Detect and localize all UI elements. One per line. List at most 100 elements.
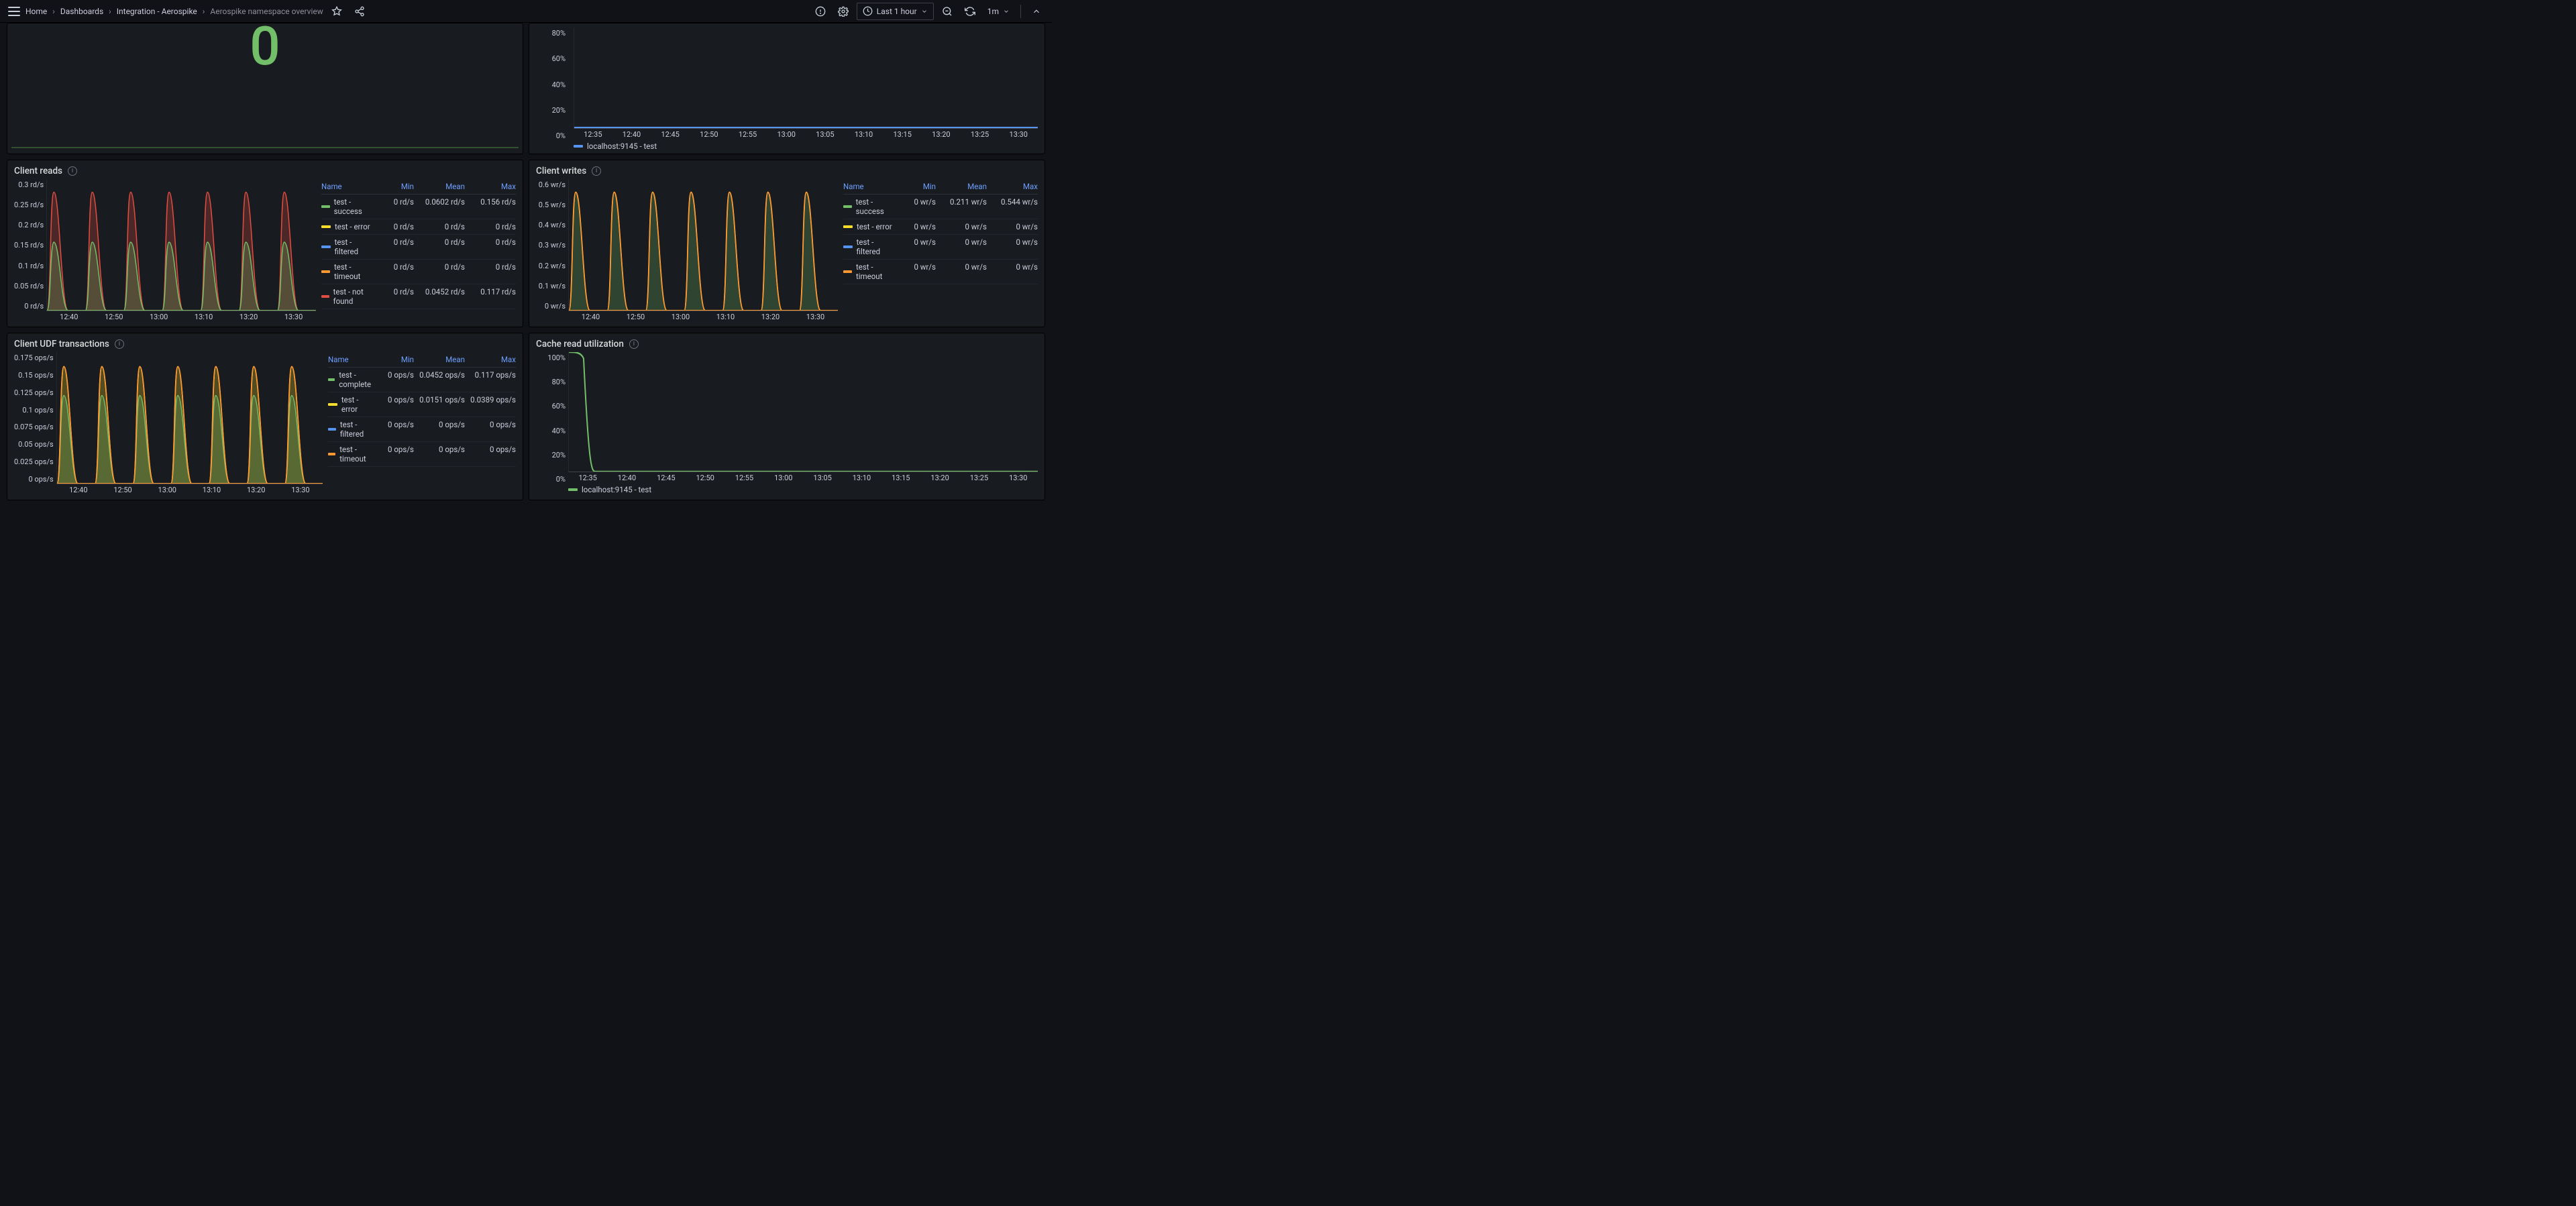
info-icon[interactable]: i <box>629 339 639 349</box>
refresh-interval-picker[interactable]: 1m <box>983 3 1014 20</box>
legend-table: NameMinMeanMax test - success0 wr/s0.211 … <box>843 179 1038 321</box>
panel-title: Client UDF transactions i <box>14 339 516 349</box>
legend-row[interactable]: test - timeout0 ops/s0 ops/s0 ops/s <box>328 442 516 467</box>
legend-row[interactable]: test - error0 wr/s0 wr/s0 wr/s <box>843 219 1038 235</box>
legend-row[interactable]: test - error0 rd/s0 rd/s0 rd/s <box>321 219 516 235</box>
panel-cache-read-util[interactable]: Cache read utilization i 100%80%60%40%20… <box>529 333 1045 500</box>
panel-title: Client reads i <box>14 166 516 176</box>
panel-title-text: Cache read utilization <box>536 339 624 349</box>
legend-header[interactable]: Max <box>465 355 516 364</box>
legend-table: NameMinMeanMax test - success0 rd/s0.0602… <box>321 179 516 321</box>
panel-client-reads[interactable]: Client reads i 0.3 rd/s0.25 rd/s0.2 rd/s… <box>7 160 523 327</box>
big-stat-value: 0 <box>250 23 280 73</box>
legend-swatch <box>843 245 853 248</box>
breadcrumb-current: Aerospike namespace overview <box>210 7 323 16</box>
chevron-up-icon <box>1032 7 1041 16</box>
panel-title: Client writes i <box>536 166 1038 176</box>
legend-swatch <box>843 205 852 208</box>
y-axis: 0.175 ops/s0.15 ops/s0.125 ops/s0.1 ops/… <box>14 352 56 494</box>
favorite-button[interactable] <box>327 3 346 20</box>
panel-client-writes[interactable]: Client writes i 0.6 wr/s0.5 wr/s0.4 wr/s… <box>529 160 1045 327</box>
panel-title: Cache read utilization i <box>536 339 1038 349</box>
legend-header[interactable]: Name <box>843 182 898 191</box>
legend-row[interactable]: test - success0 rd/s0.0602 rd/s0.156 rd/… <box>321 195 516 219</box>
breadcrumb-folder[interactable]: Integration - Aerospike <box>117 7 197 16</box>
x-axis: 12:4012:5013:0013:1013:2013:30 <box>56 484 323 494</box>
legend: localhost:9145 - test <box>568 482 1038 494</box>
legend-header[interactable]: Mean <box>414 182 465 191</box>
chevron-right-icon: › <box>51 7 56 16</box>
kiosk-toggle-button[interactable] <box>1028 3 1045 20</box>
topbar: Home › Dashboards › Integration - Aerosp… <box>0 0 1052 23</box>
info-icon[interactable]: i <box>592 166 601 176</box>
legend-swatch <box>321 295 329 298</box>
legend-row[interactable]: test - success0 wr/s0.211 wr/s0.544 wr/s <box>843 195 1038 219</box>
legend-row[interactable]: test - not found0 rd/s0.0452 rd/s0.117 r… <box>321 284 516 309</box>
panel-title-text: Client writes <box>536 166 586 176</box>
panel-client-udf[interactable]: Client UDF transactions i 0.175 ops/s0.1… <box>7 333 523 500</box>
panel-big-stat[interactable]: 0 <box>7 23 523 154</box>
legend-header[interactable]: Name <box>328 355 376 364</box>
dashboard-grid: 0 80%60%40%20%0% 12:3512:4012:4512:5012:… <box>0 23 1052 492</box>
legend-header[interactable]: Mean <box>414 355 465 364</box>
divider <box>1020 5 1021 18</box>
chevron-right-icon: › <box>107 7 113 16</box>
x-axis: 12:4012:5013:0013:1013:2013:30 <box>46 311 316 321</box>
breadcrumb-dashboards[interactable]: Dashboards <box>60 7 103 16</box>
legend-row[interactable]: test - filtered0 ops/s0 ops/s0 ops/s <box>328 417 516 442</box>
x-axis: 12:4012:5013:0013:1013:2013:30 <box>568 311 838 321</box>
y-axis: 0.6 wr/s0.5 wr/s0.4 wr/s0.3 wr/s0.2 wr/s… <box>536 179 568 321</box>
legend-swatch <box>574 145 583 148</box>
legend-swatch <box>321 270 330 273</box>
legend: localhost:9145 - test <box>574 139 1038 151</box>
info-icon[interactable]: i <box>115 339 124 349</box>
chevron-down-icon <box>921 8 928 15</box>
legend-row[interactable]: test - timeout0 wr/s0 wr/s0 wr/s <box>843 260 1038 284</box>
legend-swatch <box>568 488 578 491</box>
chart-plot[interactable] <box>46 179 316 311</box>
legend-swatch <box>328 453 335 455</box>
share-button[interactable] <box>350 3 369 20</box>
legend-header[interactable]: Name <box>321 182 376 191</box>
chart-plot[interactable] <box>574 28 1038 129</box>
legend-row[interactable]: test - filtered0 wr/s0 wr/s0 wr/s <box>843 235 1038 260</box>
legend-row[interactable]: test - filtered0 rd/s0 rd/s0 rd/s <box>321 235 516 260</box>
legend-swatch <box>843 270 852 273</box>
legend-label: localhost:9145 - test <box>587 142 657 151</box>
time-range-picker[interactable]: Last 1 hour <box>857 3 934 20</box>
refresh-interval-label: 1m <box>987 7 999 16</box>
legend-row[interactable]: test - complete0 ops/s0.0452 ops/s0.117 … <box>328 368 516 392</box>
info-icon[interactable]: i <box>68 166 77 176</box>
legend-header[interactable]: Max <box>987 182 1038 191</box>
legend-header[interactable]: Min <box>376 182 414 191</box>
legend-label: localhost:9145 - test <box>582 485 651 494</box>
panel-title-text: Client UDF transactions <box>14 339 109 349</box>
legend-header[interactable]: Mean <box>936 182 987 191</box>
chevron-down-icon <box>1003 8 1010 15</box>
help-button[interactable] <box>811 3 830 20</box>
legend-row[interactable]: test - timeout0 rd/s0 rd/s0 rd/s <box>321 260 516 284</box>
legend-row[interactable]: test - error0 ops/s0.0151 ops/s0.0389 op… <box>328 392 516 417</box>
legend-header[interactable]: Min <box>376 355 414 364</box>
legend-swatch <box>321 205 330 208</box>
zoom-out-button[interactable] <box>938 3 957 20</box>
legend-table: NameMinMeanMax test - complete0 ops/s0.04… <box>328 352 516 494</box>
legend-swatch <box>328 378 335 381</box>
menu-toggle-button[interactable] <box>7 4 21 19</box>
x-axis: 12:3512:4012:4512:5012:5513:0013:0513:10… <box>574 129 1038 139</box>
chart-plot[interactable] <box>568 179 838 311</box>
refresh-button[interactable] <box>961 3 979 20</box>
settings-button[interactable] <box>834 3 853 20</box>
x-axis: 12:3512:4012:4512:5012:5513:0013:0513:10… <box>568 472 1038 482</box>
y-axis: 0.3 rd/s0.25 rd/s0.2 rd/s0.15 rd/s0.1 rd… <box>14 179 46 321</box>
panel-percentage[interactable]: 80%60%40%20%0% 12:3512:4012:4512:5012:55… <box>529 23 1045 154</box>
chart-plot[interactable] <box>568 352 1038 472</box>
breadcrumb-home[interactable]: Home <box>25 7 47 16</box>
chart-plot[interactable] <box>56 352 323 484</box>
legend-swatch <box>843 225 853 228</box>
legend-swatch <box>321 225 331 228</box>
panel-title-text: Client reads <box>14 166 62 176</box>
legend-header[interactable]: Max <box>465 182 516 191</box>
legend-header[interactable]: Min <box>898 182 936 191</box>
chevron-right-icon: › <box>201 7 207 16</box>
